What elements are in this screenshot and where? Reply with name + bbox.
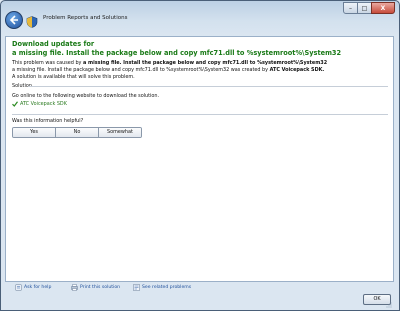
desc-middle: a missing file. Install the package belo… <box>12 66 270 73</box>
back-arrow-icon <box>9 15 18 25</box>
minimize-button[interactable]: – <box>343 2 358 14</box>
go-online-text: Go online to the following website to do… <box>12 93 160 99</box>
resize-grip-icon[interactable] <box>386 302 392 308</box>
footer-bar: Ask for help Print this solution See rel… <box>5 282 394 310</box>
yes-button[interactable]: Yes <box>13 128 56 137</box>
title-bar: Problem Reports and Solutions – □ X <box>1 1 399 37</box>
ask-for-help-label: Ask for help <box>24 285 52 290</box>
somewhat-button[interactable]: Somewhat <box>99 128 141 137</box>
back-button[interactable] <box>5 11 23 29</box>
heading-line-1: Download updates for <box>12 40 95 48</box>
problem-reports-app-icon <box>26 13 38 28</box>
ask-for-help-link[interactable]: Ask for help <box>15 284 51 291</box>
problem-description: This problem was caused by a missing fil… <box>12 60 388 73</box>
solution-link-row: ATC Voicepack SDK <box>12 101 67 107</box>
printer-icon <box>71 284 78 291</box>
close-icon: X <box>380 5 386 12</box>
close-button[interactable]: X <box>371 2 395 14</box>
window-title: Problem Reports and Solutions <box>43 15 128 21</box>
heading-line-2: a missing file. Install the package belo… <box>12 48 342 57</box>
solution-panel: Download updates for a missing file. Ins… <box>5 36 394 282</box>
page-title: Download updates for a missing file. Ins… <box>12 40 382 57</box>
solution-available-text: A solution is available that will solve … <box>12 74 135 80</box>
minimize-icon: – <box>349 5 352 12</box>
desc-prefix: This problem was caused by <box>12 60 83 66</box>
helpful-choices: Yes No Somewhat <box>12 127 142 138</box>
maximize-icon: □ <box>361 5 368 12</box>
related-problems-icon <box>133 284 140 291</box>
no-button[interactable]: No <box>56 128 99 137</box>
maximize-button[interactable]: □ <box>357 2 372 14</box>
print-solution-link[interactable]: Print this solution <box>71 284 120 291</box>
section-divider <box>28 86 388 87</box>
problem-reports-window: Problem Reports and Solutions – □ X Down… <box>0 0 400 311</box>
see-related-problems-link[interactable]: See related problems <box>133 284 191 291</box>
see-related-problems-label: See related problems <box>142 285 192 290</box>
desc-cause: a missing file. Install the package belo… <box>83 60 328 66</box>
print-solution-label: Print this solution <box>80 285 121 290</box>
atc-voicepack-sdk-link[interactable]: ATC Voicepack SDK <box>20 101 67 107</box>
checkmark-icon <box>12 101 18 107</box>
help-icon <box>15 284 22 291</box>
window-controls: – □ X <box>343 2 395 15</box>
helpful-divider <box>12 114 388 115</box>
helpful-question: Was this information helpful? <box>12 118 84 124</box>
desc-creator: ATC Voicepack SDK. <box>269 66 325 73</box>
